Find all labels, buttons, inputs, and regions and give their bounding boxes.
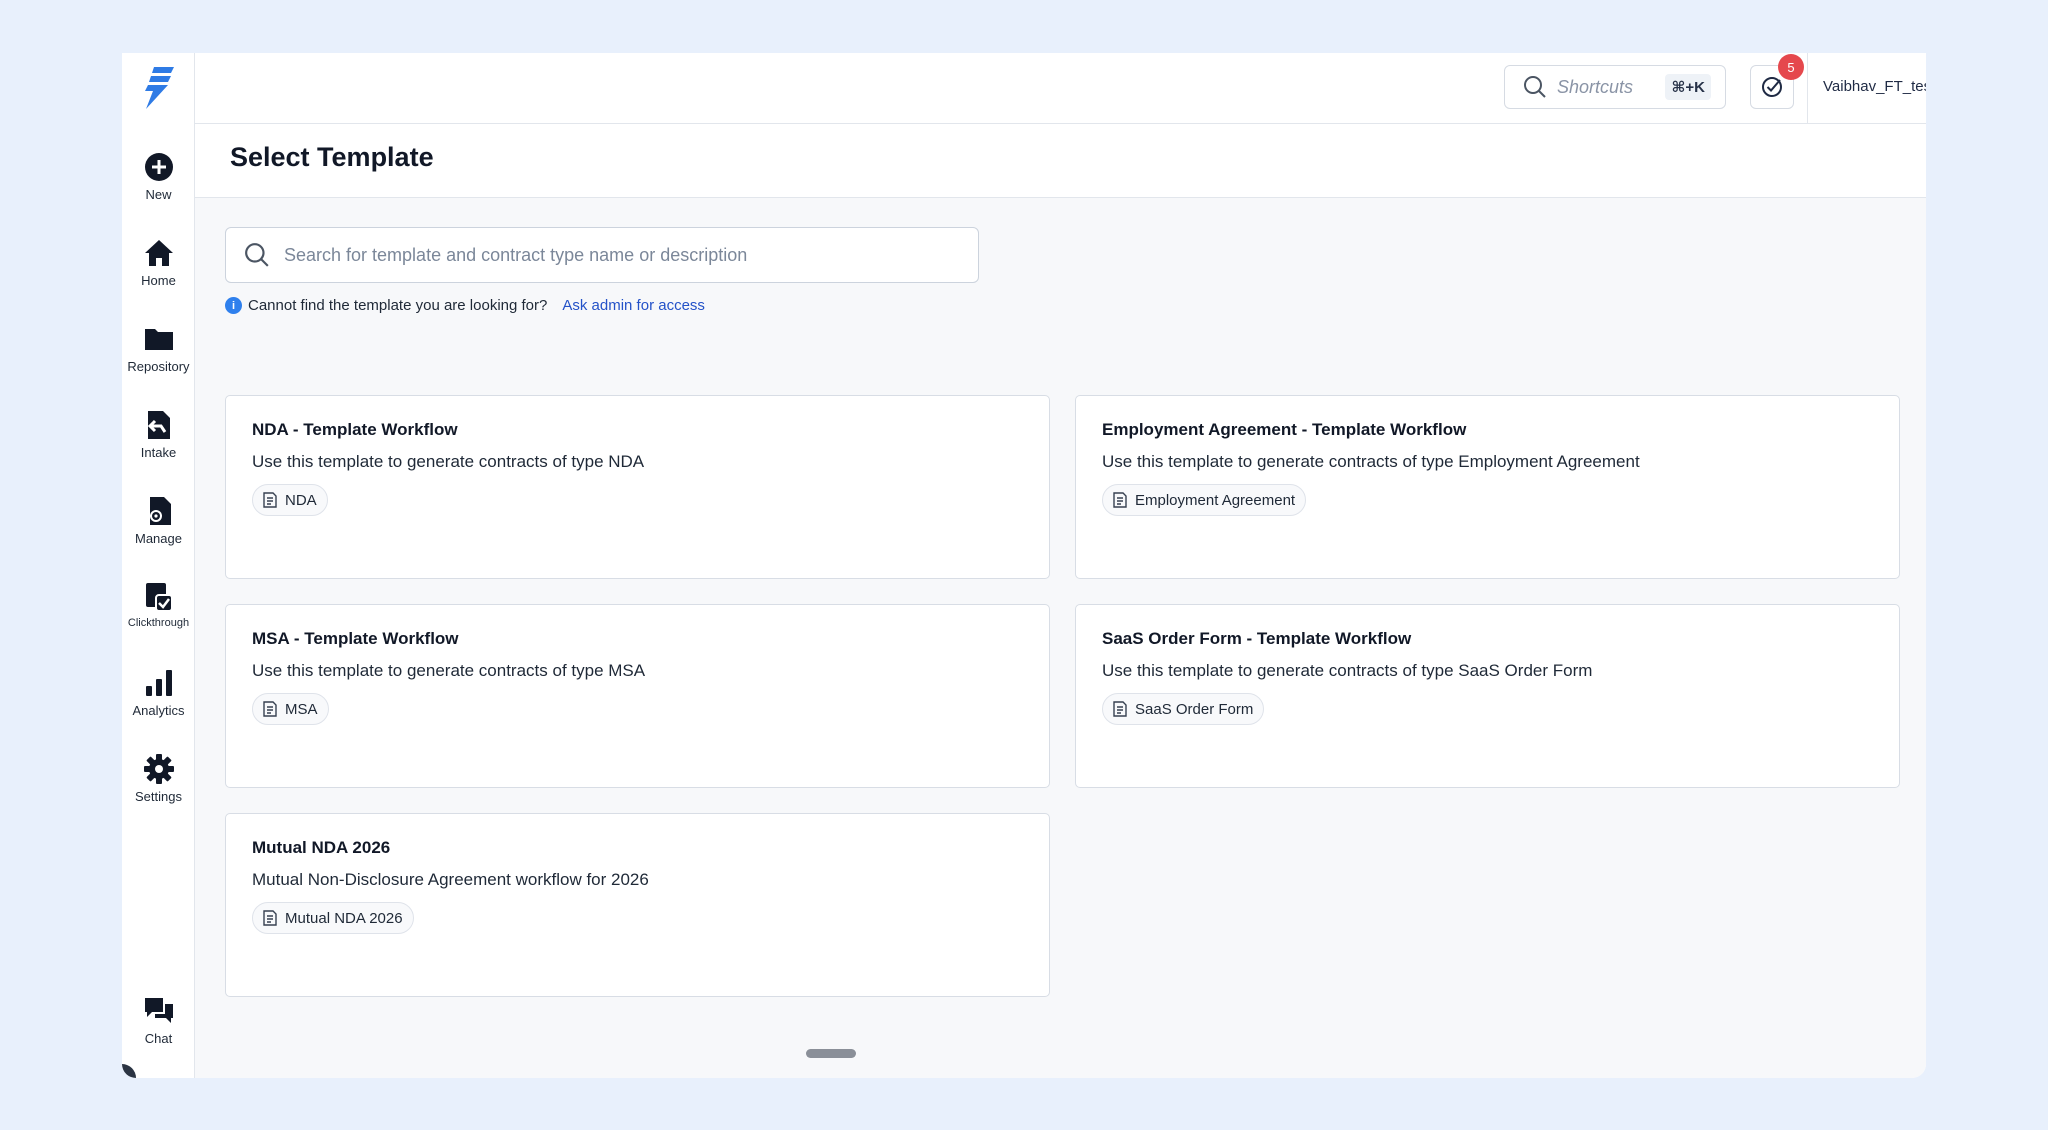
contract-type-tag-label: SaaS Order Form: [1135, 700, 1254, 718]
hint-text: Cannot find the template you are looking…: [248, 297, 548, 314]
template-card-title: Employment Agreement - Template Workflow: [1102, 420, 1467, 439]
window-corner: [122, 1064, 136, 1078]
sidebar-item-intake[interactable]: Intake: [122, 409, 195, 460]
template-card-description: Mutual Non-Disclosure Agreement workflow…: [252, 870, 649, 889]
sidebar-item-label: Repository: [127, 359, 190, 374]
check-circle-icon: [1762, 77, 1782, 97]
contract-type-tag-label: Mutual NDA 2026: [285, 909, 403, 927]
sidebar: New Home Repository Intake Manage Clickt…: [122, 53, 195, 1078]
template-card-description: Use this template to generate contracts …: [252, 661, 646, 680]
home-icon: [144, 240, 173, 266]
info-icon: i: [225, 297, 242, 314]
template-card-title: Mutual NDA 2026: [252, 838, 391, 857]
template-card-employment-agreement[interactable]: Employment Agreement - Template Workflow…: [1075, 395, 1900, 579]
sidebar-item-label: Manage: [135, 531, 182, 546]
sidebar-item-repository[interactable]: Repository: [122, 323, 195, 374]
document-icon: [1113, 701, 1127, 717]
template-card-description: Use this template to generate contracts …: [1102, 452, 1640, 471]
app-window: New Home Repository Intake Manage Clickt…: [122, 53, 1926, 1078]
document-icon: [263, 910, 277, 926]
lightning-logo-icon: [145, 67, 174, 109]
contract-type-tag-label: Employment Agreement: [1135, 491, 1296, 509]
contract-type-tag: MSA: [252, 693, 329, 725]
brand-logo[interactable]: [136, 61, 180, 115]
document-icon: [263, 701, 277, 717]
top-bar: Shortcuts ⌘+K 5 Vaibhav_FT_test V: [195, 53, 1926, 124]
chat-icon: [144, 998, 173, 1023]
search-icon: [245, 243, 269, 267]
sidebar-item-chat[interactable]: Chat: [122, 995, 195, 1046]
page-title: Select Template: [230, 142, 434, 172]
shortcuts-search-button[interactable]: Shortcuts ⌘+K: [1504, 65, 1726, 109]
contract-type-tag: SaaS Order Form: [1102, 693, 1265, 725]
shortcuts-placeholder: Shortcuts: [1557, 76, 1634, 97]
document-icon: [1113, 492, 1127, 508]
contract-type-tag-label: MSA: [285, 700, 318, 718]
template-card-mutual-nda-2026[interactable]: Mutual NDA 2026 Mutual Non-Disclosure Ag…: [225, 813, 1050, 997]
template-card-msa[interactable]: MSA - Template Workflow Use this templat…: [225, 604, 1050, 788]
contract-type-tag: Employment Agreement: [1102, 484, 1307, 516]
resize-handle[interactable]: [806, 1049, 856, 1058]
access-hint: i Cannot find the template you are looki…: [225, 297, 705, 314]
sidebar-item-settings[interactable]: Settings: [122, 753, 195, 804]
shortcut-key-hint: ⌘+K: [1665, 74, 1711, 100]
folder-icon: [144, 329, 173, 350]
template-card-nda[interactable]: NDA - Template Workflow Use this templat…: [225, 395, 1050, 579]
sidebar-item-label: Settings: [135, 789, 182, 804]
notification-badge: 5: [1778, 54, 1804, 80]
template-card-title: NDA - Template Workflow: [252, 420, 458, 439]
intake-icon: [147, 411, 170, 439]
sidebar-item-home[interactable]: Home: [122, 237, 195, 288]
page-header: Select Template: [195, 124, 1926, 198]
sidebar-item-label: Intake: [140, 445, 177, 460]
bar-chart-icon: [145, 670, 172, 696]
gear-icon: [143, 754, 174, 784]
template-card-title: MSA - Template Workflow: [252, 629, 459, 648]
search-icon: [1524, 76, 1546, 98]
contract-type-tag: Mutual NDA 2026: [252, 902, 414, 934]
sidebar-item-analytics[interactable]: Analytics: [122, 667, 195, 718]
sidebar-item-label: Chat: [144, 1031, 173, 1046]
topbar-divider: [1807, 53, 1808, 124]
contract-type-tag-label: NDA: [285, 491, 317, 509]
sidebar-item-label: Analytics: [132, 703, 185, 718]
sidebar-item-label: New: [145, 187, 172, 202]
username: Vaibhav_FT_test: [1823, 77, 1926, 95]
contract-type-tag: NDA: [252, 484, 328, 516]
sidebar-item-label: Home: [141, 273, 176, 288]
plus-circle-icon: [144, 153, 173, 181]
template-content: i Cannot find the template you are looki…: [195, 198, 1926, 1078]
clickthrough-icon: [145, 583, 173, 612]
template-card-title: SaaS Order Form - Template Workflow: [1102, 629, 1412, 648]
template-search-box[interactable]: [225, 227, 979, 283]
document-icon: [263, 492, 277, 508]
sidebar-item-new[interactable]: New: [122, 151, 195, 202]
template-search-input[interactable]: [284, 244, 960, 266]
user-menu[interactable]: Vaibhav_FT_test V: [1823, 64, 1926, 108]
ask-admin-link[interactable]: Ask admin for access: [562, 297, 705, 314]
template-card-saas-order-form[interactable]: SaaS Order Form - Template Workflow Use …: [1075, 604, 1900, 788]
sidebar-item-label: Clickthrough: [127, 617, 190, 629]
manage-icon: [149, 497, 171, 525]
sidebar-item-clickthrough[interactable]: Clickthrough: [122, 581, 195, 629]
template-card-description: Use this template to generate contracts …: [252, 452, 645, 471]
sidebar-item-manage[interactable]: Manage: [122, 495, 195, 546]
template-card-description: Use this template to generate contracts …: [1102, 661, 1593, 680]
